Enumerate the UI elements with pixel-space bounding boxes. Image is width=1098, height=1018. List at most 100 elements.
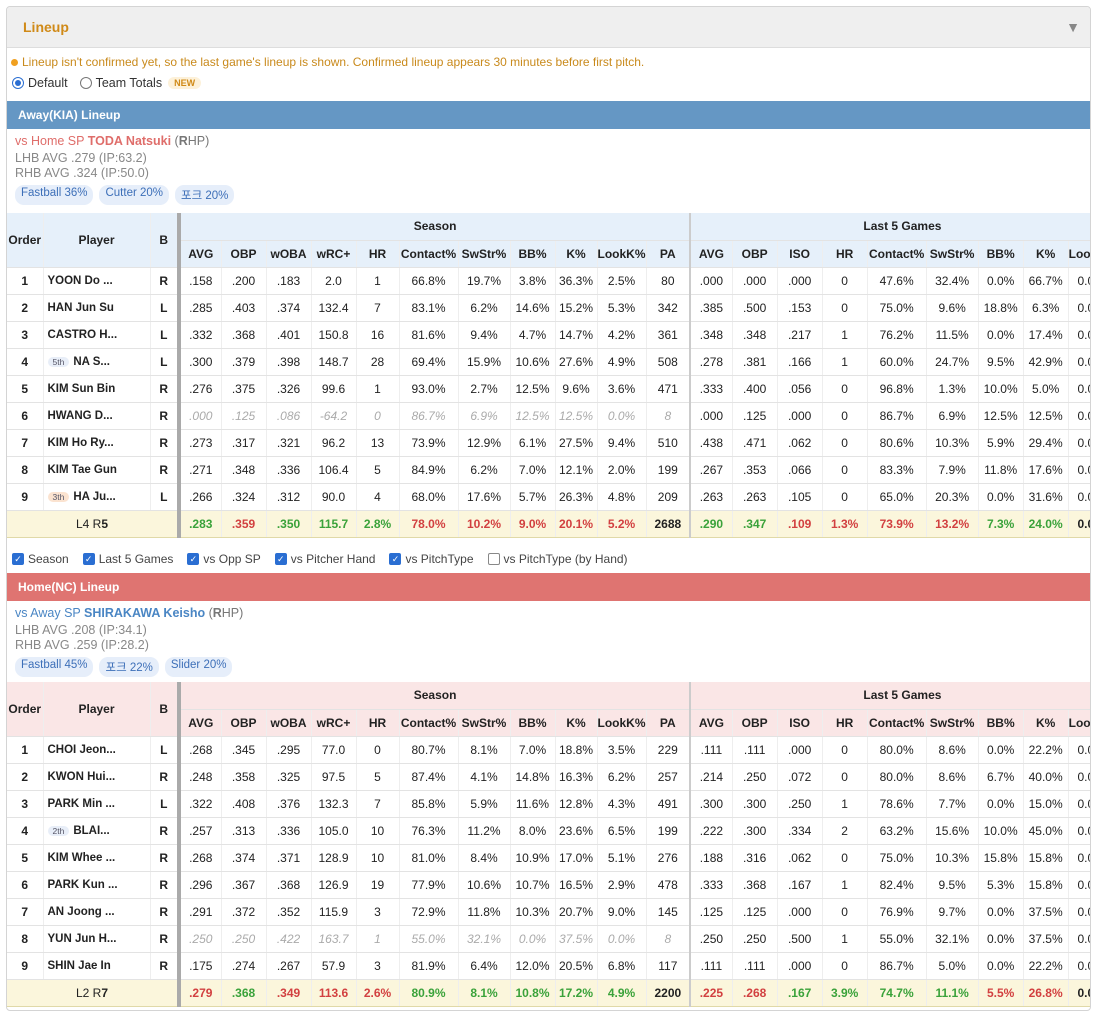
last5-stat: .500	[732, 294, 778, 322]
season-stat: .291	[177, 898, 222, 926]
filter-vs-pitchtype[interactable]: ✓ vs PitchType	[389, 552, 474, 566]
season-stat: 0.0%	[597, 925, 647, 953]
last5-stat: .300	[732, 817, 778, 845]
player-name[interactable]: PARK Kun ...	[48, 879, 118, 891]
player-name[interactable]: PARK Min ...	[48, 798, 116, 810]
player-name[interactable]: CASTRO H...	[48, 329, 118, 341]
last5-stat: 63.2%	[867, 817, 927, 845]
filter-vs-pitchtype-hand[interactable]: vs PitchType (by Hand)	[487, 552, 628, 566]
last5-stat: 0	[822, 456, 868, 484]
total-last5-stat: 74.7%	[867, 979, 927, 1007]
player-name[interactable]: KIM Tae Gun	[48, 464, 117, 476]
player-name[interactable]: CHOI Jeon...	[48, 744, 116, 756]
collapse-caret-icon[interactable]: ▼	[1066, 19, 1080, 35]
panel-header[interactable]: Lineup ▼	[7, 7, 1090, 48]
season-stat: 148.7	[311, 348, 357, 376]
checkbox-season[interactable]: ✓	[12, 553, 24, 565]
checkbox-vs-pitchtype-hand[interactable]	[487, 553, 500, 565]
total-last5-stat: 73.9%	[867, 510, 927, 538]
last5-stat: .500	[777, 925, 823, 953]
season-stat: 85.8%	[399, 790, 459, 818]
player-name[interactable]: NA S...	[73, 356, 110, 368]
checkbox-vs-opp-sp[interactable]: ✓	[187, 553, 200, 565]
radio-default[interactable]: Default	[12, 76, 68, 90]
lineup-panel: Lineup ▼ Lineup isn't confirmed yet, so …	[6, 6, 1091, 1011]
season-stat: .352	[266, 898, 312, 926]
season-stat: 3.5%	[597, 736, 647, 764]
radio-default-circle[interactable]	[12, 77, 24, 89]
away-rhb-avg: RHB AVG .324 (IP:50.0)	[15, 166, 149, 180]
season-stat: 20.7%	[555, 898, 598, 926]
season-stat: 15.9%	[458, 348, 511, 376]
season-stat: 97.5	[311, 763, 357, 791]
filter-season[interactable]: ✓ Season	[12, 552, 69, 566]
last5-stat: 0.0%	[1068, 898, 1090, 926]
season-stat: 16	[356, 321, 400, 349]
home-sp-name[interactable]: SHIRAKAWA Keisho	[84, 606, 205, 620]
checkbox-vs-pitcher-hand[interactable]: ✓	[274, 553, 287, 565]
last5-stat: 10.3%	[926, 429, 979, 457]
filter-vs-opp-sp[interactable]: ✓ vs Opp SP	[187, 552, 261, 566]
last5-stat: 0.0%	[978, 952, 1024, 980]
total-last5-stat: 7.3%	[978, 510, 1024, 538]
player-name[interactable]: YUN Jun H...	[48, 933, 117, 945]
season-stat: .175	[177, 952, 222, 980]
filter-last5[interactable]: ✓ Last 5 Games	[82, 552, 173, 566]
away-sp-name[interactable]: TODA Natsuki	[88, 134, 171, 148]
season-stat: 12.5%	[510, 375, 556, 403]
filter-vs-pitcher-hand[interactable]: ✓ vs Pitcher Hand	[274, 552, 375, 566]
last5-stat: .300	[732, 790, 778, 818]
last5-stat: 11.8%	[978, 456, 1024, 484]
last5-stat: 15.0%	[1023, 790, 1069, 818]
player-name[interactable]: BLAI...	[73, 825, 109, 837]
player-name[interactable]: KIM Sun Bin	[48, 383, 116, 395]
season-stat: 12.5%	[555, 402, 598, 430]
total-last5-stat: .167	[777, 979, 823, 1007]
player-name[interactable]: KIM Whee ...	[48, 852, 116, 864]
player-name[interactable]: HWANG D...	[48, 410, 113, 422]
last5-stat: .166	[777, 348, 823, 376]
checkbox-vs-pitchtype[interactable]: ✓	[389, 553, 402, 565]
player-name[interactable]: YOON Do ...	[48, 275, 113, 287]
away-pitch-pill: Cutter 20%	[99, 185, 170, 205]
last5-stat: .000	[777, 402, 823, 430]
total-last5-stat: .347	[732, 510, 778, 538]
season-stat: 1	[356, 925, 400, 953]
handedness-left: L4 R	[75, 516, 102, 531]
bats-hand: R	[150, 763, 180, 791]
col-season-bb: BB%	[510, 709, 556, 737]
player-name[interactable]: KIM Ho Ry...	[48, 437, 114, 449]
season-stat: 478	[646, 871, 691, 899]
last5-stat: 7.9%	[926, 456, 979, 484]
radio-default-label: Default	[28, 76, 68, 90]
col-last5-iso: ISO	[777, 240, 823, 268]
last5-stat: 0	[822, 736, 868, 764]
radio-team-totals-circle[interactable]	[79, 77, 92, 89]
last5-stat: 17.4%	[1023, 321, 1069, 349]
season-stat: 0	[356, 402, 400, 430]
home-pitch-mix: Fastball 45% 포크 22% Slider 20%	[15, 657, 1090, 677]
season-stat: 87.4%	[399, 763, 459, 791]
checkbox-last5[interactable]: ✓	[82, 553, 95, 565]
last5-stat: 10.0%	[978, 375, 1024, 403]
last5-stat: 78.6%	[867, 790, 927, 818]
player-name[interactable]: KWON Hui...	[48, 771, 116, 783]
away-sp-hand-rest: HP)	[187, 134, 210, 148]
col-season-k: K%	[555, 709, 598, 737]
last5-stat: 0.0%	[1068, 483, 1090, 511]
bats-hand: R	[150, 375, 180, 403]
last5-stat: .300	[689, 790, 733, 818]
bats-hand: R	[150, 844, 180, 872]
radio-team-totals[interactable]: Team Totals	[79, 76, 162, 90]
season-stat: .250	[221, 925, 267, 953]
season-stat: 209	[646, 483, 691, 511]
season-stat: 3	[356, 898, 400, 926]
last5-stat: .167	[777, 871, 823, 899]
player-name[interactable]: HAN Jun Su	[48, 302, 114, 314]
player-name[interactable]: AN Joong ...	[48, 906, 115, 918]
player-cell: 5th NA S...	[43, 348, 151, 376]
season-stat: 28	[356, 348, 400, 376]
player-name[interactable]: HA Ju...	[73, 491, 115, 503]
col-season-woba: wOBA	[266, 709, 312, 737]
player-name[interactable]: SHIN Jae In	[48, 960, 111, 972]
